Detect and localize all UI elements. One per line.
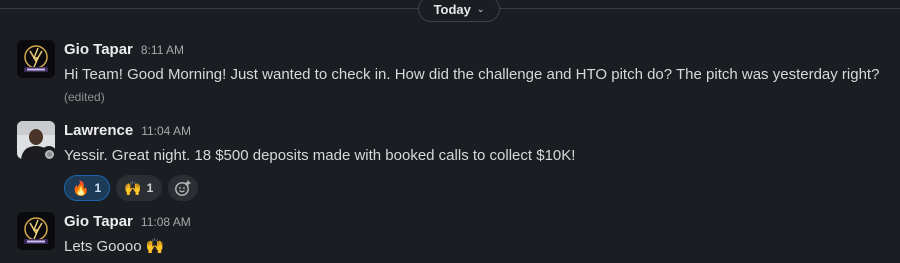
message-timestamp[interactable]: 11:08 AM — [141, 215, 191, 229]
message-text: Hi Team! Good Morning! Just wanted to ch… — [64, 64, 896, 108]
reaction-count: 1 — [146, 181, 154, 195]
away-status-icon — [44, 149, 54, 159]
sender-name[interactable]: Gio Tapar — [64, 213, 133, 230]
message-pane: Today ⌄ Gio Tapar 8:11 AM Hi Team! Good … — [0, 0, 900, 263]
message-text: Yessir. Great night. 18 $500 deposits ma… — [64, 145, 896, 167]
sender-name[interactable]: Lawrence — [64, 122, 133, 139]
reaction-raised-hands[interactable]: 🙌 1 — [116, 175, 163, 201]
edited-label: (edited) — [64, 90, 105, 104]
raised-hands-emoji: 🙌 — [124, 180, 142, 196]
avatar[interactable] — [17, 40, 55, 78]
date-divider-label: Today — [433, 1, 471, 17]
message-body: Hi Team! Good Morning! Just wanted to ch… — [64, 66, 880, 83]
presence-indicator — [41, 146, 57, 162]
medax-logo-icon — [17, 212, 55, 250]
message-timestamp[interactable]: 8:11 AM — [141, 43, 184, 57]
date-divider-button[interactable]: Today ⌄ — [418, 0, 500, 22]
medax-logo-icon — [17, 40, 55, 78]
sender-name[interactable]: Gio Tapar — [64, 41, 133, 58]
reaction-fire[interactable]: 🔥 1 — [64, 175, 111, 201]
add-reaction-button[interactable] — [168, 175, 199, 201]
reaction-count: 1 — [94, 181, 102, 195]
avatar[interactable] — [17, 212, 55, 250]
message-text: Lets Goooo 🙌 — [64, 236, 896, 258]
message-timestamp[interactable]: 11:04 AM — [141, 124, 191, 138]
reactions-bar: 🔥 1 🙌 1 — [64, 175, 199, 201]
add-reaction-icon — [175, 180, 191, 196]
chevron-down-icon: ⌄ — [476, 4, 485, 14]
message-body: Lets Goooo 🙌 — [64, 238, 165, 255]
message-body: Yessir. Great night. 18 $500 deposits ma… — [64, 147, 576, 164]
fire-emoji: 🔥 — [72, 180, 90, 196]
